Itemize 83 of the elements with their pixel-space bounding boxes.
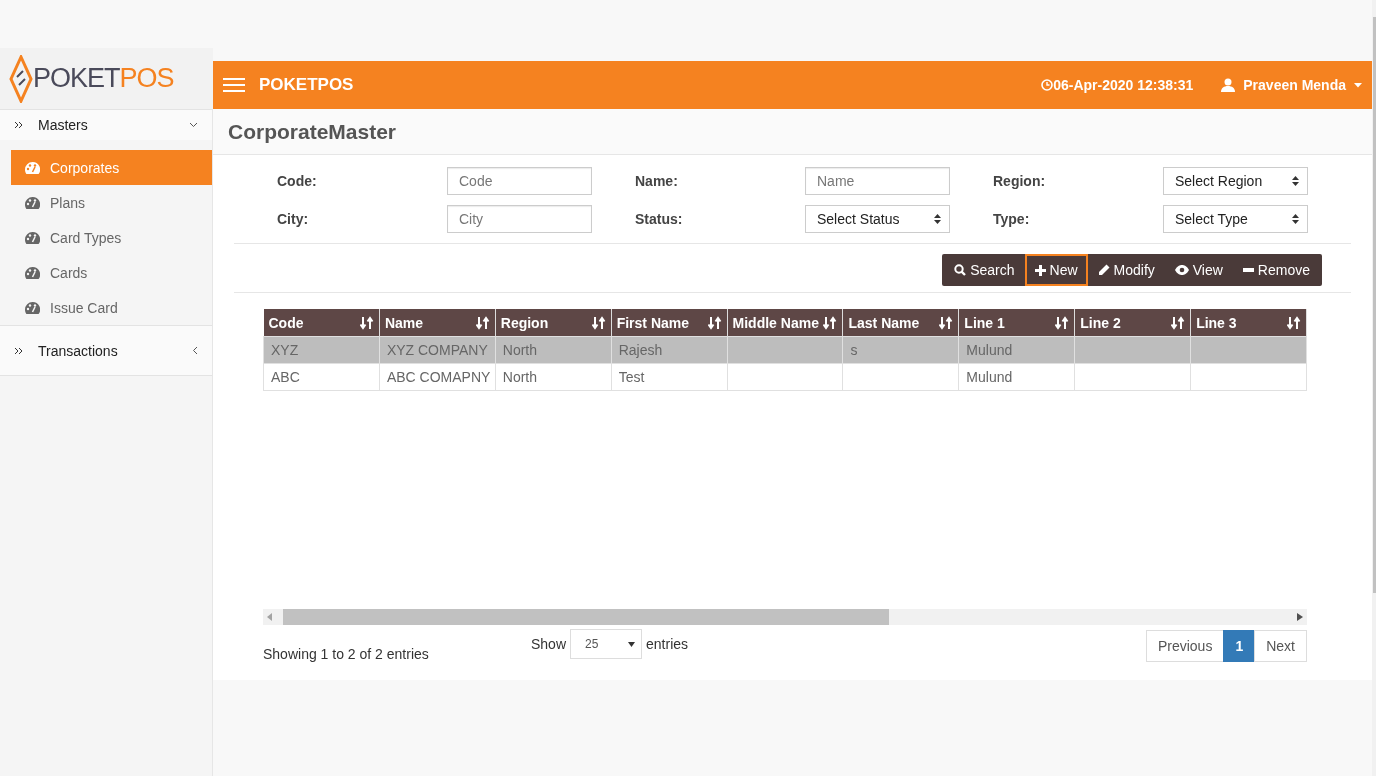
pagination-button[interactable]: 1 <box>1223 630 1256 662</box>
field-label: Type: <box>993 211 1030 227</box>
table-cell: s <box>842 336 959 364</box>
dashboard-icon <box>25 301 40 314</box>
up-down-caret-icon <box>1292 176 1299 186</box>
input-field[interactable]: City <box>447 205 592 233</box>
double-chevron-icon <box>14 120 24 130</box>
clock-icon <box>1041 79 1054 91</box>
scroll-right-icon[interactable] <box>1297 613 1303 621</box>
field-label: Region: <box>993 173 1046 189</box>
caret-icon <box>628 641 636 647</box>
field-label: Code: <box>277 173 317 189</box>
chevron-left-icon <box>192 346 198 355</box>
sort-icon[interactable] <box>1055 315 1070 330</box>
column-header[interactable]: Middle Name <box>727 309 843 337</box>
column-header[interactable]: First Name <box>611 309 728 337</box>
table-cell: Mulund <box>958 363 1075 391</box>
sort-icon[interactable] <box>1287 315 1301 330</box>
sort-icon[interactable] <box>475 315 490 330</box>
sidebar-item[interactable]: Cards <box>11 255 212 290</box>
table-cell: XYZ <box>263 336 380 364</box>
sort-icon[interactable] <box>359 315 374 330</box>
menu-group[interactable]: Transactions <box>0 326 212 375</box>
search-icon <box>954 264 967 276</box>
input-field[interactable]: Code <box>447 167 592 195</box>
dashboard-icon <box>25 161 40 174</box>
action-button[interactable]: New <box>1024 254 1088 286</box>
horizontal-scrollbar[interactable] <box>263 609 1307 625</box>
double-chevron-icon <box>14 345 24 356</box>
sort-icon[interactable] <box>823 315 838 330</box>
column-header[interactable]: Name <box>379 309 496 337</box>
field-label: Status: <box>635 211 683 227</box>
pagination-button[interactable]: Previous <box>1145 630 1225 662</box>
column-header[interactable]: Line 3 <box>1190 309 1307 337</box>
select-field[interactable]: Select Status <box>805 205 950 233</box>
input-field[interactable]: Name <box>805 167 950 195</box>
sort-icon[interactable] <box>591 315 606 330</box>
app-name: POKETPOS <box>259 75 355 95</box>
select-field[interactable]: Select Type <box>1163 205 1308 233</box>
table-cell: North <box>495 363 612 391</box>
show-label: Show <box>531 636 567 652</box>
chevron-down-icon <box>189 122 198 128</box>
menu-group[interactable]: Masters <box>0 110 212 140</box>
pagination-button[interactable]: Next <box>1254 630 1307 662</box>
select-field[interactable]: Select Region <box>1163 167 1308 195</box>
page-size-select[interactable]: 25 <box>570 629 643 659</box>
column-header[interactable]: Line 1 <box>958 309 1075 337</box>
eye-icon <box>1174 265 1189 275</box>
table-cell: Test <box>611 363 728 391</box>
column-header[interactable]: Code <box>263 309 380 337</box>
pencil-icon <box>1097 264 1110 276</box>
caret-icon <box>1354 82 1362 88</box>
logo: POKETPOS <box>0 48 213 109</box>
table-cell: ABC <box>263 363 380 391</box>
table-cell: Mulund <box>958 336 1075 364</box>
sidebar-item[interactable]: Card Types <box>11 220 212 255</box>
dashboard-icon <box>25 266 40 279</box>
date-time: 06-Apr-2020 12:38:31 <box>1053 77 1194 93</box>
user-icon <box>1221 78 1236 92</box>
table-cell: Rajesh <box>611 336 728 364</box>
sort-icon[interactable] <box>939 315 954 330</box>
field-label: Name: <box>635 173 678 189</box>
sort-icon[interactable] <box>707 315 722 330</box>
field-label: City: <box>277 211 309 227</box>
table-cell: North <box>495 336 612 364</box>
sidebar-item[interactable]: Plans <box>11 185 212 220</box>
up-down-caret-icon <box>934 214 941 224</box>
entries-info: Showing 1 to 2 of 2 entries <box>263 646 430 662</box>
table-cell: ABC COMAPNY <box>379 363 496 391</box>
page-title: CorporateMaster <box>228 119 397 144</box>
column-header[interactable]: Line 2 <box>1074 309 1191 337</box>
entries-label: entries <box>646 636 689 652</box>
column-header[interactable]: Region <box>495 309 612 337</box>
plus-icon <box>1034 264 1046 276</box>
up-down-caret-icon <box>1292 214 1299 224</box>
menu-icon[interactable] <box>223 77 245 93</box>
minus-icon <box>1242 268 1254 272</box>
dashboard-icon <box>25 231 40 244</box>
table-cell: XYZ COMPANY <box>379 336 496 364</box>
sort-icon[interactable] <box>1171 315 1186 330</box>
sidebar-item[interactable]: Issue Card <box>11 290 212 325</box>
dashboard-icon <box>25 196 40 209</box>
column-header[interactable]: Last Name <box>842 309 959 337</box>
